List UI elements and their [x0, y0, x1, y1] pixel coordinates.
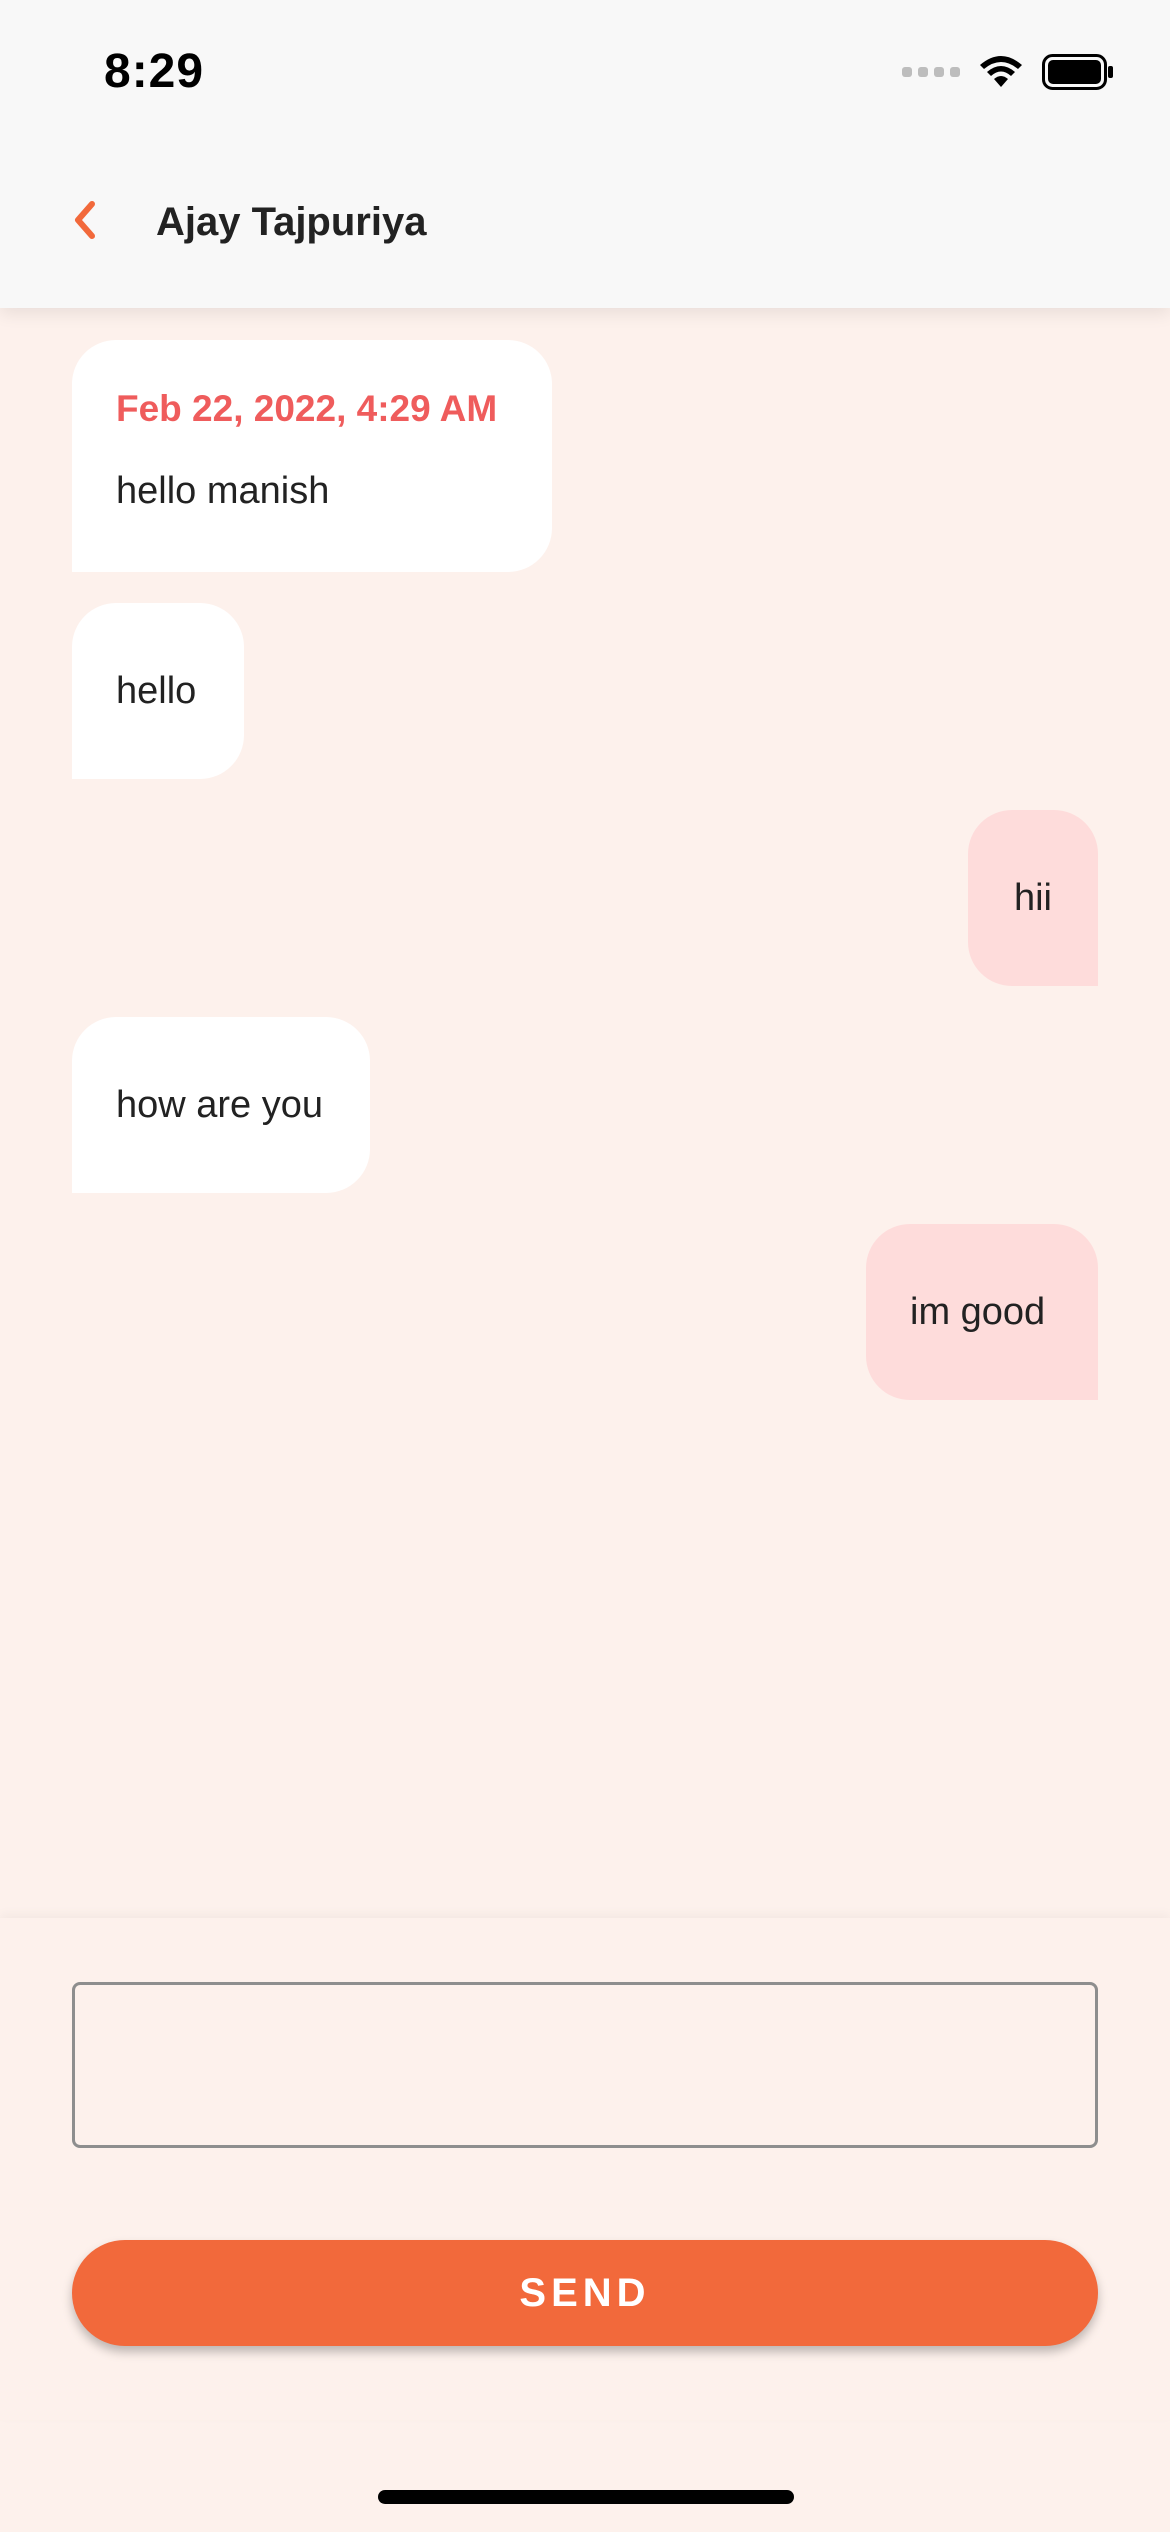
message-text: how are you — [116, 1083, 324, 1126]
message-text: hello — [116, 669, 197, 712]
message-bubble-incoming: how are you — [72, 1017, 370, 1193]
message-bubble-incoming: Feb 22, 2022, 4:29 AM hello manish — [72, 340, 552, 572]
message-bubble-outgoing: im good — [866, 1224, 1098, 1400]
message-bubble-incoming: hello — [72, 603, 244, 779]
message-text: hello manish — [116, 470, 330, 512]
message-text: hii — [1013, 876, 1053, 919]
top-bar: 8:29 Ajay Tajpuriya — [0, 0, 1170, 308]
message-input[interactable] — [72, 1982, 1098, 2148]
back-button[interactable] — [56, 192, 112, 248]
message-composer: SEND — [0, 1918, 1170, 2420]
message-bubble-outgoing: hii — [968, 810, 1098, 986]
message-text: im good — [910, 1290, 1046, 1333]
contact-name: Ajay Tajpuriya — [156, 200, 427, 244]
message-list[interactable]: Feb 22, 2022, 4:29 AM hello manish hello… — [0, 308, 1170, 1918]
message-timestamp: Feb 22, 2022, 4:29 AM — [116, 388, 498, 429]
chat-header: Ajay Tajpuriya — [0, 150, 1170, 300]
battery-icon — [1042, 54, 1114, 90]
chevron-left-icon — [75, 201, 95, 239]
home-indicator[interactable] — [378, 2490, 794, 2504]
send-button[interactable]: SEND — [72, 2240, 1098, 2346]
status-icons — [902, 54, 1114, 90]
wifi-icon — [978, 55, 1024, 89]
cellular-signal-icon — [902, 67, 960, 77]
status-time: 8:29 — [104, 45, 205, 98]
